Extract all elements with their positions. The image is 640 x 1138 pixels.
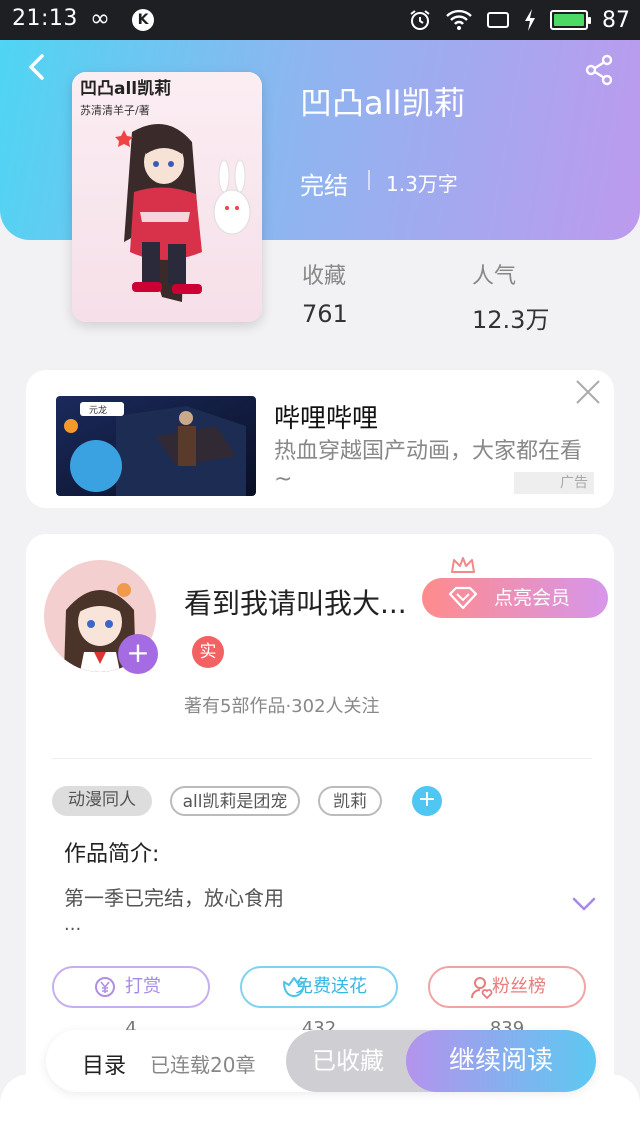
add-tag-button[interactable]: + [412, 786, 442, 816]
tag-chip[interactable]: 动漫同人 [52, 786, 152, 816]
send-flower-button[interactable]: 免费送花 [240, 966, 398, 1008]
book-cover[interactable]: 凹凸all凯莉 苏清清羊子/著 [72, 72, 262, 322]
divider [368, 170, 370, 190]
intro-text: 第一季已完结，放心食用 [64, 886, 284, 910]
status-time: 21:13 [12, 6, 78, 31]
yen-coin-icon [95, 977, 115, 997]
book-word-count: 1.3万字 [386, 172, 458, 196]
favorites-label: 收藏 [302, 264, 347, 289]
ad-thumbnail: 元龙 [56, 396, 256, 496]
share-icon[interactable] [584, 54, 614, 86]
popularity-label: 人气 [472, 264, 517, 289]
user-heart-icon [471, 977, 493, 1000]
fan-ranking-button[interactable]: 粉丝榜 [428, 966, 586, 1008]
author-card: + 看到我请叫我大... 点亮会员 实 著有5部作品·302人关注 动漫同人 a… [26, 534, 614, 1094]
battery-fill [554, 14, 584, 26]
follow-plus-button[interactable]: + [118, 634, 158, 674]
loop-icon: ∞ [90, 4, 110, 32]
tag-chip[interactable]: 凯莉 [318, 786, 382, 816]
book-status: 完结 [300, 172, 348, 200]
chapter-count[interactable]: 已连载20章 [150, 1049, 255, 1078]
status-bar: 21:13 ∞ K 87 [0, 0, 640, 40]
cover-subtitle: 苏清清羊子/著 [80, 103, 150, 117]
popularity-value: 12.3万 [472, 306, 550, 334]
author-meta: 著有5部作品·302人关注 [184, 696, 380, 717]
book-title: 凹凸all凯莉 [300, 84, 466, 122]
crown-icon [451, 557, 475, 573]
intro-title: 作品简介: [64, 842, 160, 867]
favorited-label: 已收藏 [312, 1047, 384, 1075]
battery-percent: 87 [602, 7, 630, 33]
alarm-icon [410, 10, 430, 30]
divider [52, 758, 592, 759]
reward-label: 打赏 [125, 976, 161, 997]
flower-icon [283, 977, 305, 997]
bottom-action-bar: 目录 已连载20章 已收藏 继续阅读 [46, 1030, 596, 1092]
verified-badge: 实 [192, 636, 224, 668]
wifi-icon [446, 9, 472, 30]
continue-reading-button[interactable]: 继续阅读 [406, 1030, 596, 1092]
cover-title: 凹凸all凯莉 [80, 78, 171, 99]
ad-card[interactable]: 元龙 哔哩哔哩 热血穿越国产动画，大家都在看~ 广告 [26, 370, 614, 508]
favorites-value: 761 [302, 300, 348, 328]
screen-rotate-icon [487, 12, 509, 28]
battery-icon [550, 10, 591, 30]
diamond-icon [448, 586, 478, 610]
vip-button[interactable]: 点亮会员 [422, 578, 608, 618]
reward-button[interactable]: 打赏 [52, 966, 210, 1008]
author-name[interactable]: 看到我请叫我大... [184, 582, 407, 622]
back-arrow-icon[interactable] [22, 52, 52, 82]
ad-title: 哔哩哔哩 [274, 404, 379, 434]
chevron-down-icon[interactable] [572, 896, 596, 912]
book-cover-illustration: 凹凸all凯莉 苏清清羊子/著 [72, 72, 262, 322]
ad-thumb-label: 元龙 [89, 404, 107, 416]
toc-button[interactable]: 目录 [82, 1048, 126, 1080]
fan-ranking-label: 粉丝榜 [492, 976, 546, 997]
k-app-icon: K [132, 9, 154, 31]
tag-chip[interactable]: all凯莉是团宠 [170, 786, 300, 816]
intro-ellipsis: ... [64, 914, 82, 935]
ad-label: 广告 [514, 472, 594, 494]
status-icons: 87 [408, 5, 630, 35]
charging-icon [525, 9, 535, 31]
vip-button-label: 点亮会员 [494, 587, 571, 609]
close-icon[interactable] [574, 378, 602, 406]
